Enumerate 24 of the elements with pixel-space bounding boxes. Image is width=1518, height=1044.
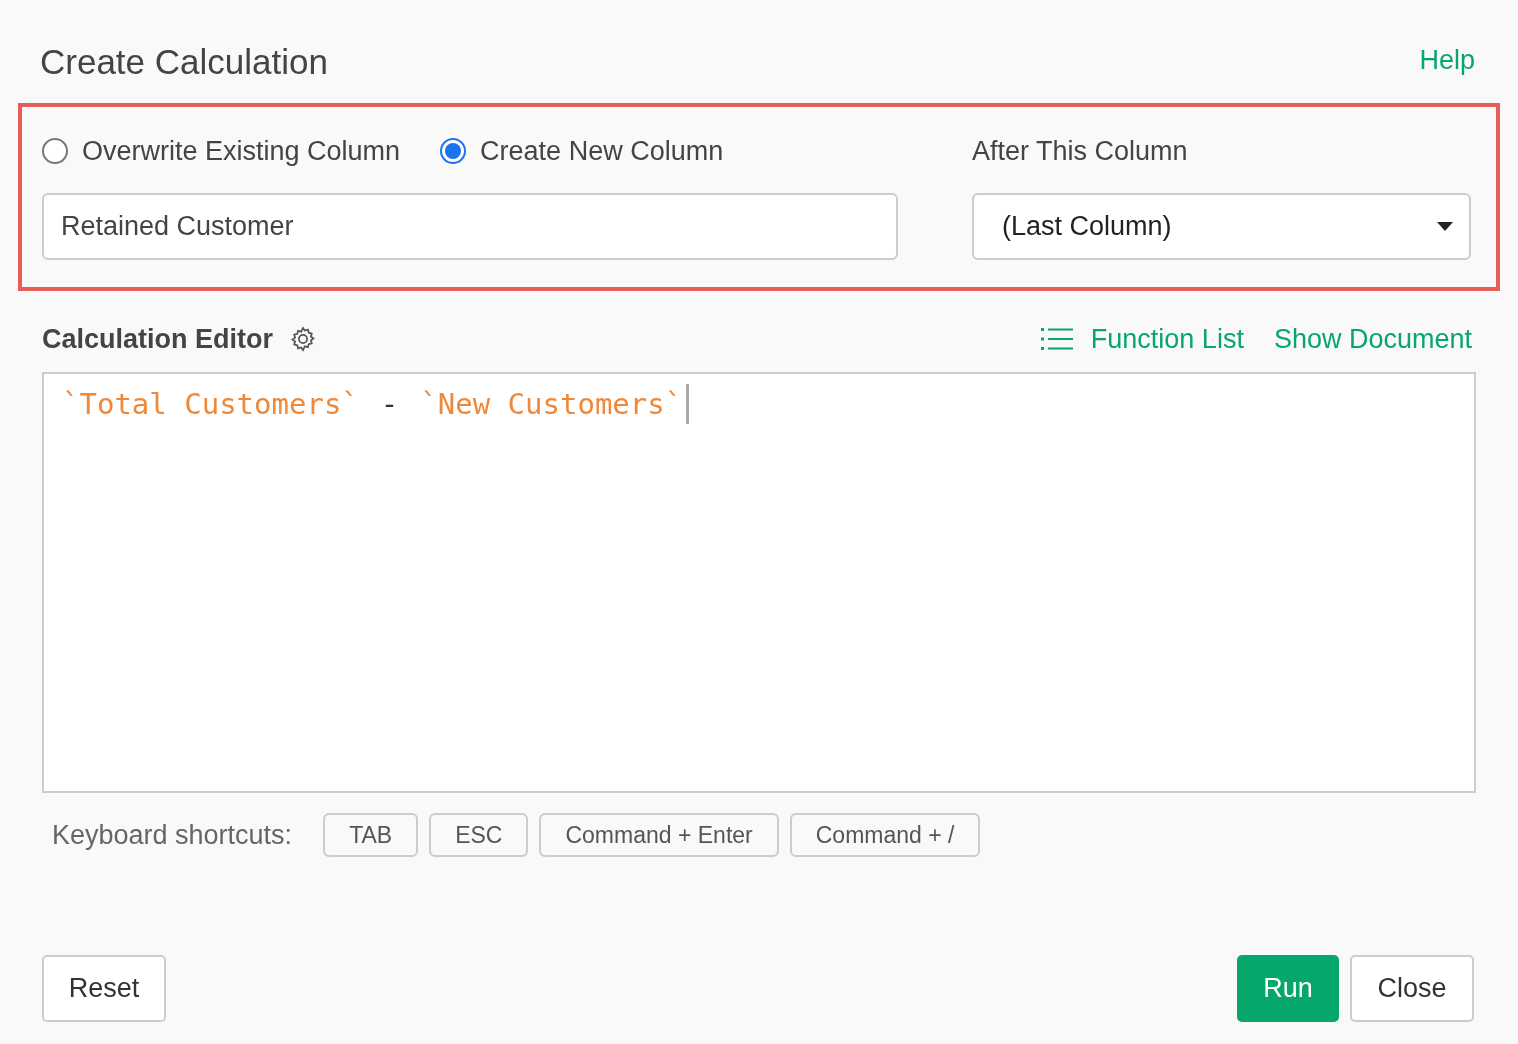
- shortcut-key: TAB: [323, 813, 419, 857]
- radio-option[interactable]: Overwrite Existing Column: [42, 130, 401, 172]
- position-label: After This Column: [972, 135, 1189, 168]
- code-column-name: `New Customers`: [420, 386, 683, 423]
- column-name-field[interactable]: Retained Customer: [42, 193, 898, 260]
- position-dropdown[interactable]: (Last Column): [972, 193, 1471, 260]
- code-editor[interactable]: `Total Customers` - `New Customers`: [42, 372, 1476, 793]
- code-column-name: `Total Customers`: [62, 386, 359, 423]
- radio-button[interactable]: [440, 138, 467, 164]
- shortcut-key: Command + Enter: [539, 813, 779, 857]
- close-button[interactable]: Close: [1350, 955, 1474, 1022]
- radio-button[interactable]: [42, 138, 68, 164]
- radio-option[interactable]: Create New Column: [440, 130, 724, 172]
- shortcut-key: ESC: [429, 813, 529, 857]
- text-cursor: [686, 384, 690, 424]
- settings-icon[interactable]: [289, 325, 318, 353]
- list-icon: [1040, 327, 1073, 351]
- editor-label: Calculation Editor: [42, 322, 274, 356]
- reset-button[interactable]: Reset: [42, 955, 166, 1022]
- shortcut-key: Command + /: [789, 813, 981, 857]
- dialog-title: Create Calculation: [40, 41, 328, 83]
- caret-icon: [1437, 222, 1453, 231]
- shortcuts-label: Keyboard shortcuts:: [52, 818, 293, 852]
- code-operator: -: [380, 386, 399, 423]
